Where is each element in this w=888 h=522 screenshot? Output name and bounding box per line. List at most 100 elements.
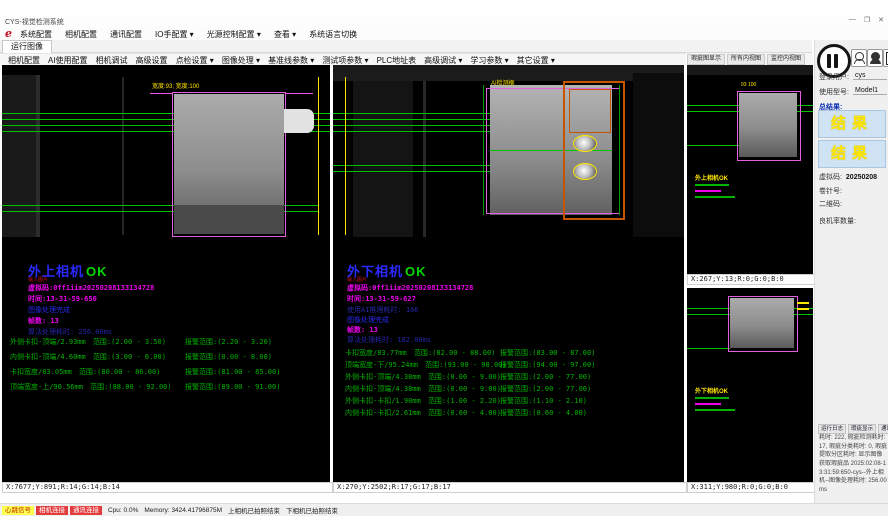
maximize-icon[interactable]: ❐ bbox=[864, 16, 870, 24]
tool-test-params[interactable]: 测试项参数 ▾ bbox=[322, 55, 368, 66]
exit-button[interactable]: → bbox=[883, 49, 888, 67]
tool-baseline-params[interactable]: 基准线参数 ▾ bbox=[268, 55, 314, 66]
log-output[interactable]: 耗时: 222, 瑕疵检测耗时: 17, 瑕疵分类耗时: 0, 瑕疵提取分区耗时… bbox=[819, 434, 887, 495]
thumb-tab-all-views[interactable]: 所有内视图 bbox=[727, 54, 765, 65]
tool-ai-config[interactable]: AI使用配置 bbox=[48, 55, 88, 66]
tab-run-image[interactable]: 运行图像 bbox=[2, 40, 52, 53]
memory-usage-text: Memory: 3424.41796875M bbox=[144, 507, 222, 514]
measurement-name: 外侧卡扣-卡扣/1.90mm bbox=[345, 397, 421, 405]
window-controls: — ❐ ✕ bbox=[849, 16, 884, 24]
measurement-row: 内侧卡扣-顶端/4.38mm 范围:(0.00 - 9.00) 报警范围:(2.… bbox=[345, 384, 679, 394]
vcode-value: 20250208 bbox=[846, 174, 877, 181]
tool-camera-debug[interactable]: 相机调试 bbox=[96, 55, 128, 66]
heartbeat-badge: 心跳信号 bbox=[2, 506, 34, 515]
camera-view-upper[interactable]: 宽度:93; 宽度:100 外上相机OK 输入图片 虚拟码:0ff1iim202… bbox=[2, 65, 330, 482]
needle-label: 卷针号: bbox=[819, 186, 886, 196]
tool-learn-params[interactable]: 学习参数 ▾ bbox=[470, 55, 508, 66]
result-display-lower: 结果 bbox=[818, 140, 886, 168]
close-icon[interactable]: ✕ bbox=[878, 16, 884, 24]
user-icon bbox=[854, 59, 865, 64]
menu-view[interactable]: 查看 ▾ bbox=[274, 29, 296, 40]
measurement-row: 卡扣宽度/83.77mm 范围:(82.00 - 88.00) 报警范围:(83… bbox=[345, 348, 679, 358]
tool-camera-config[interactable]: 相机配置 bbox=[8, 55, 40, 66]
measurement-row: 卡扣宽度/83.05mm 范围:(80.00 - 86.00) 报警范围:(81… bbox=[10, 367, 326, 377]
measurement-range: 范围:(0.00 - 9.00) bbox=[428, 373, 501, 381]
app-window: CYS-视觉检测系统 — ❐ ✕ e 系统配置 相机配置 通讯配置 IO手配置 … bbox=[0, 0, 888, 522]
thumb-tab-defect-image[interactable]: 瑕疵图显示 bbox=[687, 54, 725, 65]
camera-view-lower[interactable]: AI检测框 外下相机OK 输入图片 虚拟码:0ff1iim20250208133… bbox=[333, 65, 684, 482]
switch-user-button[interactable] bbox=[851, 49, 867, 67]
tool-plc-address[interactable]: PLC地址表 bbox=[377, 55, 417, 66]
menu-system-config[interactable]: 系统配置 bbox=[20, 29, 52, 40]
coords-readout-thumb-lower: X:311;Y:980;R:0;G:0;B:0 bbox=[687, 482, 816, 493]
measurement-name: 外侧卡扣-顶端/2.93mm bbox=[10, 338, 86, 346]
measurement-alarm: 报警范围:(81.00 - 85.00) bbox=[185, 367, 280, 377]
measurement-row: 外侧卡扣-顶端/2.93mm 范围:(2.00 - 3.50) 报警范围:(2.… bbox=[10, 337, 326, 347]
tool-other-settings[interactable]: 其它设置 ▾ bbox=[517, 55, 555, 66]
thumb-result-label: 外上相机OK bbox=[695, 173, 728, 182]
model-label: 使用型号: bbox=[819, 89, 849, 96]
measurement-range: 范围:(0.60 - 4.00) bbox=[428, 409, 501, 417]
app-logo-icon: e bbox=[5, 29, 12, 39]
menu-io-config[interactable]: IO手配置 ▾ bbox=[155, 29, 194, 40]
pause-icon bbox=[834, 54, 838, 68]
measurement-name: 卡扣宽度/83.05mm bbox=[10, 368, 72, 376]
menu-comm-config[interactable]: 通讯配置 bbox=[110, 29, 142, 40]
measure-overlay-rect bbox=[172, 92, 286, 237]
measurement-alarm: 报警范围:(1.10 - 2.10) bbox=[500, 396, 587, 406]
reference-line bbox=[345, 77, 346, 235]
measurement-alarm: 报警范围:(94.00 - 97.00) bbox=[500, 360, 595, 370]
thumb-view-upper[interactable]: 93 100 外上相机OK bbox=[687, 65, 813, 274]
measurement-name: 外侧卡扣-顶端/4.38mm bbox=[345, 373, 421, 381]
minimize-icon[interactable]: — bbox=[849, 16, 856, 24]
control-sidebar: → 登录用户: cys 使用型号: Model1 总结果: 结果 结果 虚拟码:… bbox=[814, 40, 888, 504]
weld-spot bbox=[573, 135, 597, 152]
measurement-name: 顶端宽度-下/95.24mm bbox=[345, 361, 418, 369]
measurement-row: 内侧卡扣-卡扣/2.61mm 范围:(0.60 - 4.00) 报警范围:(0.… bbox=[345, 408, 679, 418]
ai-detect-rect-inner bbox=[569, 89, 611, 133]
result-ok-badge: OK bbox=[86, 264, 108, 279]
log-tab-defect[interactable]: 瑕疵显示 bbox=[848, 424, 876, 434]
log-tab-run[interactable]: 运行日志 bbox=[818, 424, 846, 434]
yield-label: 良机率数量: bbox=[819, 216, 886, 226]
measurement-name: 内侧卡扣-顶端/4.60mm bbox=[10, 353, 86, 361]
time-text: 时间:13-31-59-650 bbox=[28, 294, 97, 304]
log-tab-comm[interactable]: 通讯日志 bbox=[878, 424, 888, 434]
machine-structure bbox=[2, 75, 36, 237]
measurement-range: 范围:(82.00 - 88.00) bbox=[414, 349, 495, 357]
model-field[interactable]: Model1 bbox=[853, 87, 886, 95]
vcode-label: 虚拟码: bbox=[819, 174, 842, 181]
login-user-field[interactable]: cys bbox=[853, 72, 886, 80]
tool-spot-check[interactable]: 点检设置 ▾ bbox=[176, 55, 214, 66]
measurement-name: 内侧卡扣-卡扣/2.61mm bbox=[345, 409, 421, 417]
tool-image-processing[interactable]: 图像处理 ▾ bbox=[222, 55, 260, 66]
menu-language-switch[interactable]: 系统语言切换 bbox=[309, 29, 357, 40]
measurement-alarm: 报警范围:(2.00 - 77.00) bbox=[500, 372, 591, 382]
result-display-upper: 结果 bbox=[818, 110, 886, 138]
login-user-value[interactable]: cys bbox=[853, 72, 887, 80]
measurement-alarm: 报警范围:(2.00 - 77.00) bbox=[500, 384, 591, 394]
machine-structure bbox=[353, 73, 413, 237]
upper-camera-status: 上相机已拍照结束 bbox=[228, 505, 280, 515]
measurement-range: 范围:(80.00 - 86.00) bbox=[79, 368, 160, 376]
thumb-view-lower[interactable]: 外下相机OK bbox=[687, 288, 813, 482]
measurement-alarm: 报警范围:(83.00 - 87.00) bbox=[500, 348, 595, 358]
vcode-row: 虚拟码: 20250208 bbox=[819, 172, 886, 182]
thumb-tab-monitor-view[interactable]: 监控内视图 bbox=[767, 54, 805, 65]
user-account-button[interactable] bbox=[867, 49, 883, 67]
process-done-text: 图像处理完成 bbox=[347, 315, 389, 325]
tool-advanced-debug[interactable]: 高级调试 ▾ bbox=[424, 55, 462, 66]
menu-camera-config[interactable]: 相机配置 bbox=[65, 29, 97, 40]
lower-camera-status: 下相机已拍照结束 bbox=[286, 505, 338, 515]
pause-icon bbox=[827, 54, 831, 68]
menu-light-config[interactable]: 光源控制配置 ▾ bbox=[207, 29, 261, 40]
tool-advanced-settings[interactable]: 高级设置 bbox=[136, 55, 168, 66]
connector-tab bbox=[284, 109, 314, 133]
model-value[interactable]: Model1 bbox=[853, 87, 887, 95]
measurement-range: 范围:(0.00 - 9.00) bbox=[428, 385, 501, 393]
result-ok-badge: OK bbox=[405, 264, 427, 279]
machine-structure bbox=[633, 73, 684, 237]
user-icon bbox=[870, 59, 881, 64]
measurement-row: 顶端宽度-上/90.56mm 范围:(88.00 - 92.00) 报警范围:(… bbox=[10, 382, 326, 392]
measurement-range: 范围:(2.00 - 3.50) bbox=[93, 338, 166, 346]
